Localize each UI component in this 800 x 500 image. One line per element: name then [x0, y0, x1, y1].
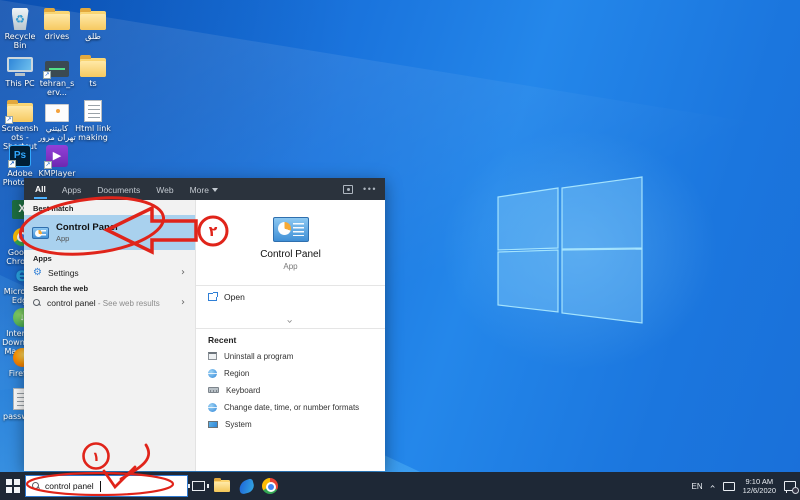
tab-all[interactable]: All — [34, 180, 47, 199]
this-pc-icon — [7, 57, 33, 77]
task-view-button[interactable] — [186, 472, 210, 500]
globe-icon — [208, 369, 217, 378]
start-button[interactable] — [0, 472, 26, 500]
preview-subtitle: App — [196, 262, 385, 271]
app-window-icon — [208, 352, 217, 360]
taskbar-search-box[interactable]: control panel — [25, 475, 188, 497]
result-web-search[interactable]: control panel - See web results › — [24, 294, 195, 311]
result-preview-pane: Control Panel App Open › Recent Uninstal… — [195, 200, 385, 471]
taskbar-clock[interactable]: 9:10 AM 12/6/2020 — [743, 477, 776, 495]
chevron-right-icon: › — [181, 267, 185, 278]
desktop-icon-drives[interactable]: drives — [38, 4, 76, 41]
windows-start-icon — [6, 479, 20, 493]
chevron-right-icon: › — [181, 297, 185, 308]
folder-icon — [80, 58, 106, 77]
start-search-panel: All Apps Documents Web More ••• Best mat… — [24, 178, 385, 471]
open-action[interactable]: Open — [208, 292, 245, 302]
desktop-icon-tehran-shortcut[interactable]: ↗ tehran_serv... — [38, 51, 76, 97]
recent-uninstall-program[interactable]: Uninstall a program — [208, 349, 293, 363]
keyboard-icon — [208, 387, 219, 393]
desktop-icon-html-link[interactable]: Html link making — [74, 96, 112, 142]
chevron-down-icon — [212, 188, 218, 192]
photoshop-icon: Ps↗ — [9, 145, 31, 167]
windows-logo-icon — [488, 168, 658, 338]
folder-shortcut-icon: ↗ — [7, 103, 33, 122]
desktop-icon-this-pc[interactable]: This PC — [1, 51, 39, 88]
desktop-icon-recycle-bin[interactable]: ♻ Recycle Bin — [1, 4, 39, 50]
settings-gear-icon: ⚙ — [33, 268, 42, 278]
network-shortcut-icon: ↗ — [45, 61, 69, 77]
language-indicator[interactable]: EN — [692, 482, 703, 491]
clock-time: 9:10 AM — [743, 477, 776, 486]
more-options-icon[interactable]: ••• — [363, 186, 377, 192]
search-icon — [32, 482, 40, 490]
search-tabs-bar: All Apps Documents Web More ••• — [24, 178, 385, 200]
result-title: Control Panel — [56, 222, 118, 233]
folder-icon — [44, 11, 70, 30]
action-center-icon[interactable] — [784, 481, 796, 491]
icon-label: Recycle Bin — [1, 32, 39, 50]
recent-region[interactable]: Region — [208, 366, 249, 380]
best-match-header: Best match — [24, 204, 195, 213]
notification-badge — [792, 487, 799, 494]
open-icon — [208, 293, 217, 301]
tab-web[interactable]: Web — [155, 181, 174, 198]
app-window-icon — [45, 104, 69, 122]
recycle-bin-icon: ♻ — [12, 8, 29, 30]
recent-change-date-time[interactable]: Change date, time, or number formats — [208, 400, 359, 414]
taskbar: control panel EN › 9:10 AM 12/6/2020 — [0, 472, 800, 500]
search-icon — [33, 299, 41, 307]
tray-tablet-icon[interactable] — [723, 482, 735, 491]
search-results-column: Best match Control Panel App Apps ⚙ Sett… — [24, 200, 195, 471]
tab-more[interactable]: More — [189, 181, 219, 198]
recent-system[interactable]: System — [208, 417, 252, 431]
folder-icon — [80, 11, 106, 30]
result-control-panel[interactable]: Control Panel App — [24, 215, 195, 250]
result-subtitle: App — [56, 234, 118, 243]
search-input-value: control panel — [45, 481, 94, 491]
system-tray: EN › 9:10 AM 12/6/2020 — [692, 472, 797, 500]
globe-icon — [208, 403, 217, 412]
chrome-taskbar-button[interactable] — [258, 472, 282, 500]
recent-header: Recent — [208, 335, 236, 345]
task-view-icon — [192, 481, 205, 491]
tab-documents[interactable]: Documents — [96, 181, 141, 198]
file-explorer-button[interactable] — [210, 472, 234, 500]
control-panel-icon-large — [273, 217, 309, 242]
edge-taskbar-button[interactable] — [234, 472, 258, 500]
desktop-icon-arabic-app[interactable]: كابيتني تهران مرور — [38, 96, 76, 142]
tab-apps[interactable]: Apps — [61, 181, 82, 198]
result-settings[interactable]: ⚙ Settings › — [24, 264, 195, 281]
chevron-up-icon[interactable]: › — [707, 484, 718, 488]
text-caret — [100, 481, 101, 492]
recent-keyboard[interactable]: Keyboard — [208, 383, 260, 397]
kmplayer-icon: ▶↗ — [46, 145, 68, 167]
file-explorer-icon — [214, 480, 230, 492]
preview-title: Control Panel — [196, 249, 385, 260]
edge-icon — [237, 478, 255, 494]
chrome-icon — [262, 478, 278, 494]
clock-date: 12/6/2020 — [743, 486, 776, 495]
feedback-icon[interactable] — [343, 185, 353, 194]
desktop-icon-ts-folder[interactable]: ts — [74, 51, 112, 88]
desktop-icon-arabic-folder[interactable]: طلق — [74, 4, 112, 41]
control-panel-icon — [32, 227, 49, 239]
apps-header: Apps — [24, 254, 195, 263]
text-document-icon — [84, 100, 102, 122]
search-the-web-header: Search the web — [24, 284, 195, 293]
system-monitor-icon — [208, 421, 218, 428]
